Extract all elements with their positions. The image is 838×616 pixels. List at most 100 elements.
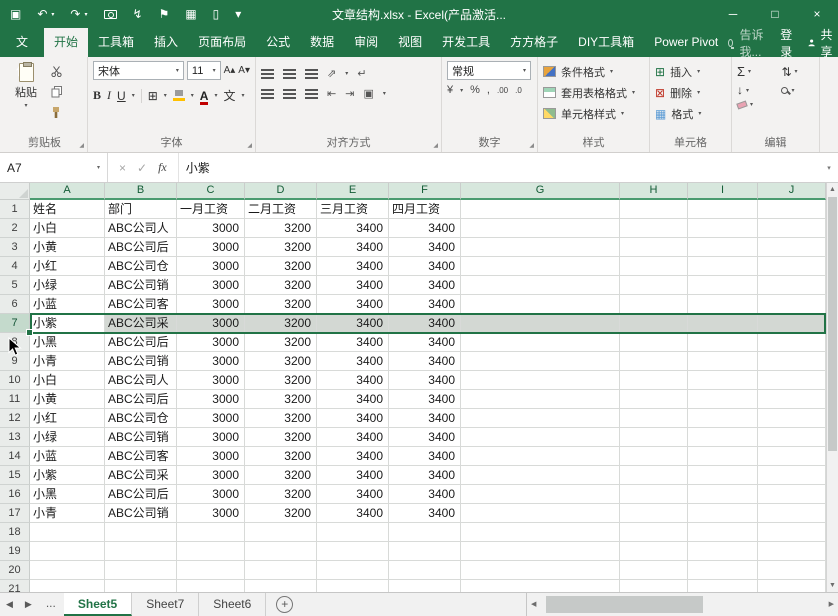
align-bottom-icon[interactable] xyxy=(305,69,318,78)
cell-g17[interactable] xyxy=(461,504,620,523)
cell-e19[interactable] xyxy=(317,542,389,561)
fill-color-icon[interactable] xyxy=(173,90,185,101)
row-header-6[interactable]: 6 xyxy=(0,295,30,314)
cell-i10[interactable] xyxy=(688,371,758,390)
cell-j8[interactable] xyxy=(758,333,826,352)
cell-d3[interactable]: 3200 xyxy=(245,238,317,257)
cell-h5[interactable] xyxy=(620,276,688,295)
cell-g6[interactable] xyxy=(461,295,620,314)
cell-b4[interactable]: ABC公司仓 xyxy=(105,257,177,276)
decrease-font-size-icon[interactable]: A▾ xyxy=(238,65,250,76)
cell-d16[interactable]: 3200 xyxy=(245,485,317,504)
cell-c17[interactable]: 3000 xyxy=(177,504,245,523)
number-format-select[interactable]: 常规 ▾ xyxy=(447,61,531,80)
row-header-10[interactable]: 10 xyxy=(0,371,30,390)
column-header-i[interactable]: I xyxy=(688,183,758,200)
align-center-icon[interactable] xyxy=(283,89,296,98)
camera-icon[interactable] xyxy=(104,10,117,19)
cancel-icon[interactable]: × xyxy=(119,161,126,175)
cell-f18[interactable] xyxy=(389,523,461,542)
cell-styles-button[interactable]: 单元格样式 ▾ xyxy=(543,103,644,124)
cell-b6[interactable]: ABC公司客 xyxy=(105,295,177,314)
cell-i11[interactable] xyxy=(688,390,758,409)
scroll-left-icon[interactable]: ◀ xyxy=(527,598,540,611)
cell-h15[interactable] xyxy=(620,466,688,485)
sheet-tab-sheet7[interactable]: Sheet7 xyxy=(132,593,199,616)
cell-c16[interactable]: 3000 xyxy=(177,485,245,504)
orientation-icon[interactable]: ⇗ xyxy=(327,67,336,80)
row-header-16[interactable]: 16 xyxy=(0,485,30,504)
cell-i5[interactable] xyxy=(688,276,758,295)
cell-b5[interactable]: ABC公司销 xyxy=(105,276,177,295)
percent-icon[interactable]: % xyxy=(470,84,480,96)
cell-b9[interactable]: ABC公司销 xyxy=(105,352,177,371)
cell-d15[interactable]: 3200 xyxy=(245,466,317,485)
cell-g13[interactable] xyxy=(461,428,620,447)
cell-a21[interactable] xyxy=(30,580,105,592)
row-header-2[interactable]: 2 xyxy=(0,219,30,238)
cell-h13[interactable] xyxy=(620,428,688,447)
cell-f1[interactable]: 四月工资 xyxy=(389,200,461,219)
cell-b11[interactable]: ABC公司后 xyxy=(105,390,177,409)
cell-e4[interactable]: 3400 xyxy=(317,257,389,276)
align-middle-icon[interactable] xyxy=(283,69,296,78)
phonetic-guide-icon[interactable]: 文 xyxy=(223,87,235,104)
cell-j5[interactable] xyxy=(758,276,826,295)
font-name-select[interactable]: 宋体 ▾ xyxy=(93,61,184,80)
cell-b1[interactable]: 部门 xyxy=(105,200,177,219)
cell-j16[interactable] xyxy=(758,485,826,504)
cell-j1[interactable] xyxy=(758,200,826,219)
cell-h10[interactable] xyxy=(620,371,688,390)
cell-c20[interactable] xyxy=(177,561,245,580)
tab-ffcell[interactable]: 方方格子 xyxy=(500,28,568,57)
column-header-j[interactable]: J xyxy=(758,183,826,200)
cell-i20[interactable] xyxy=(688,561,758,580)
cell-h11[interactable] xyxy=(620,390,688,409)
redo-icon[interactable]: ↷ xyxy=(70,8,80,20)
row-header-19[interactable]: 19 xyxy=(0,542,30,561)
cell-a3[interactable]: 小黄 xyxy=(30,238,105,257)
column-header-f[interactable]: F xyxy=(389,183,461,200)
clear-button[interactable]: ▾ xyxy=(737,101,769,108)
merge-center-icon[interactable]: ▣ xyxy=(363,87,373,100)
sign-in-button[interactable]: 登录 xyxy=(780,26,792,60)
cell-g10[interactable] xyxy=(461,371,620,390)
cell-a2[interactable]: 小白 xyxy=(30,219,105,238)
cell-c15[interactable]: 3000 xyxy=(177,466,245,485)
cell-b18[interactable] xyxy=(105,523,177,542)
cell-c1[interactable]: 一月工资 xyxy=(177,200,245,219)
cell-j4[interactable] xyxy=(758,257,826,276)
grid-icon[interactable]: ▦ xyxy=(185,8,196,20)
bold-button[interactable]: B xyxy=(93,88,101,103)
cell-i1[interactable] xyxy=(688,200,758,219)
cell-a6[interactable]: 小蓝 xyxy=(30,295,105,314)
cell-j11[interactable] xyxy=(758,390,826,409)
redo-icon-dropdown[interactable]: ▾ xyxy=(84,11,87,18)
format-as-table-button[interactable]: 套用表格格式 ▾ xyxy=(543,82,644,103)
horizontal-scroll-thumb[interactable] xyxy=(546,596,702,613)
undo-icon[interactable]: ↶ xyxy=(37,8,47,20)
fill-button[interactable]: ↓ ▾ xyxy=(737,83,769,97)
sheet-ellipsis[interactable]: ... xyxy=(38,593,64,616)
cell-g5[interactable] xyxy=(461,276,620,295)
cell-e13[interactable]: 3400 xyxy=(317,428,389,447)
cell-a15[interactable]: 小紫 xyxy=(30,466,105,485)
cell-a12[interactable]: 小红 xyxy=(30,409,105,428)
cell-h16[interactable] xyxy=(620,485,688,504)
cell-d11[interactable]: 3200 xyxy=(245,390,317,409)
cell-f21[interactable] xyxy=(389,580,461,592)
cell-a18[interactable] xyxy=(30,523,105,542)
enter-icon[interactable]: ✓ xyxy=(137,161,147,175)
select-all-corner[interactable] xyxy=(0,183,30,200)
format-painter-icon[interactable] xyxy=(51,107,61,122)
increase-indent-icon[interactable]: ⇥ xyxy=(345,87,354,100)
cell-e17[interactable]: 3400 xyxy=(317,504,389,523)
cell-f16[interactable]: 3400 xyxy=(389,485,461,504)
tab-page-layout[interactable]: 页面布局 xyxy=(188,28,256,57)
row-header-5[interactable]: 5 xyxy=(0,276,30,295)
cell-b2[interactable]: ABC公司人 xyxy=(105,219,177,238)
horizontal-scrollbar[interactable]: ◀ ▶ xyxy=(526,593,838,616)
cell-d5[interactable]: 3200 xyxy=(245,276,317,295)
horizontal-scroll-track[interactable] xyxy=(540,593,824,616)
cell-d19[interactable] xyxy=(245,542,317,561)
